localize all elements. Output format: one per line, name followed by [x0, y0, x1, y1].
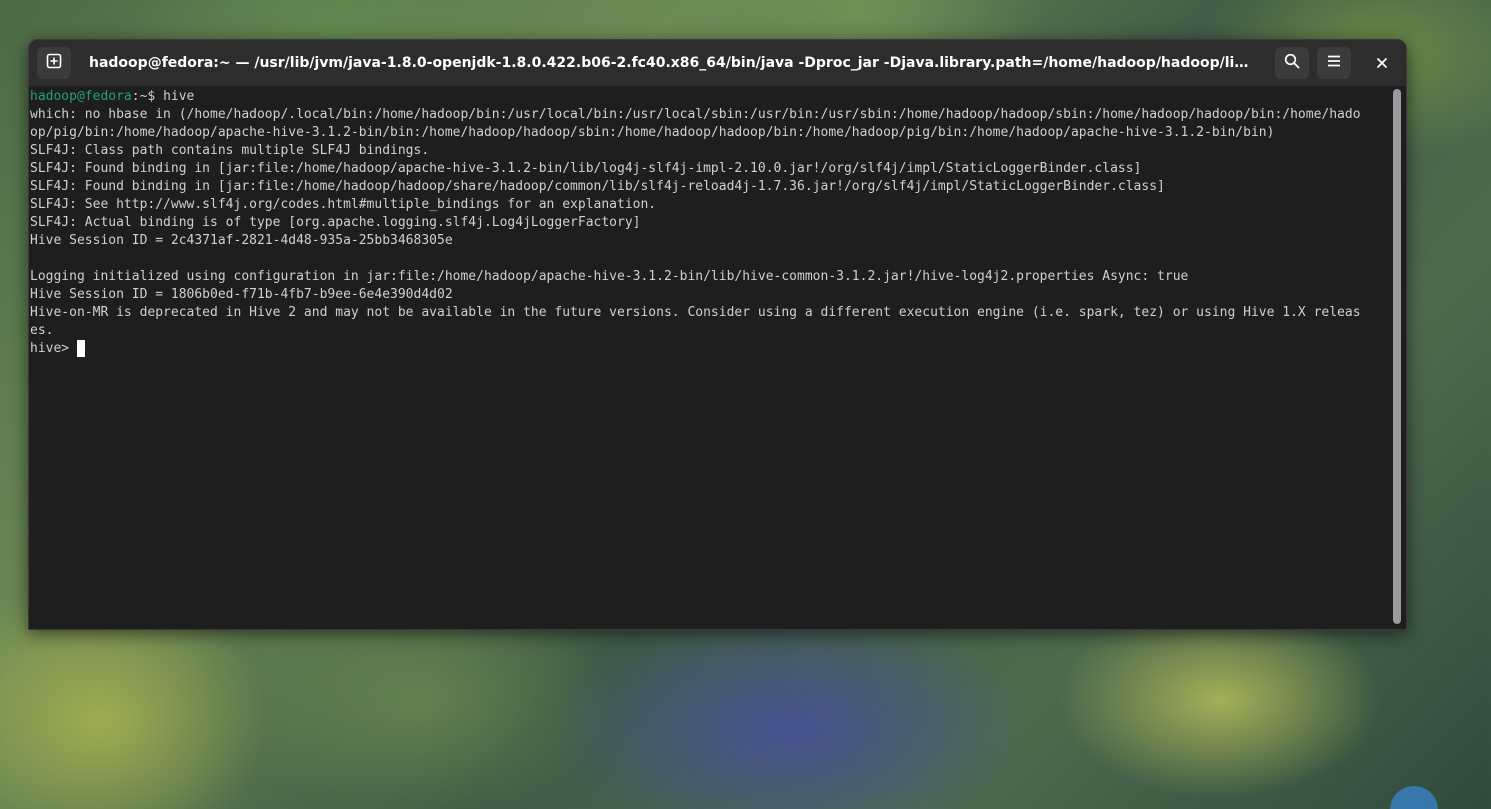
output-line: Hive Session ID = 2c4371af-2821-4d48-935… — [30, 233, 453, 248]
shell-prompt-line: hadoop@fedora:~$ hive — [30, 88, 1391, 106]
prompt-separator: :~$ — [131, 89, 164, 104]
prompt-user-host: hadoop@fedora — [30, 89, 132, 104]
output-line: SLF4J: See http://www.slf4j.org/codes.ht… — [30, 197, 657, 212]
output-line: SLF4J: Found binding in [jar:file:/home/… — [30, 161, 1142, 176]
prompt-command: hive — [163, 89, 195, 104]
close-button[interactable] — [1365, 47, 1399, 79]
hive-prompt-line[interactable]: hive> — [30, 340, 1391, 358]
text-cursor — [76, 340, 85, 357]
output-line: which: no hbase in (/home/hadoop/.local/… — [30, 107, 1361, 122]
search-icon — [1284, 53, 1300, 73]
hamburger-menu-icon — [1326, 53, 1342, 73]
output-line: SLF4J: Found binding in [jar:file:/home/… — [30, 179, 1165, 194]
search-button[interactable] — [1275, 47, 1309, 79]
output-line: SLF4J: Actual binding is of type [org.ap… — [30, 215, 641, 230]
terminal-window: hadoop@fedora:~ — /usr/lib/jvm/java-1.8.… — [28, 39, 1407, 630]
title-bar: hadoop@fedora:~ — /usr/lib/jvm/java-1.8.… — [29, 40, 1406, 86]
output-line: Logging initialized using configuration … — [30, 269, 1189, 284]
fedora-wallpaper-logo — [1390, 786, 1438, 809]
output-line: Hive-on-MR is deprecated in Hive 2 and m… — [30, 305, 1361, 320]
main-menu-button[interactable] — [1317, 47, 1351, 79]
close-icon — [1376, 54, 1388, 73]
output-line: es. — [30, 323, 54, 338]
output-line: Hive Session ID = 1806b0ed-f71b-4fb7-b9e… — [30, 287, 453, 302]
hive-prompt: hive> — [30, 341, 77, 356]
terminal-output[interactable]: hadoop@fedora:~$ hive which: no hbase in… — [29, 86, 1391, 629]
output-line: SLF4J: Class path contains multiple SLF4… — [30, 143, 430, 158]
new-tab-button[interactable] — [37, 47, 71, 79]
terminal-scrollbar[interactable] — [1393, 89, 1401, 624]
output-line: op/pig/bin:/home/hadoop/apache-hive-3.1.… — [30, 125, 1275, 140]
window-title: hadoop@fedora:~ — /usr/lib/jvm/java-1.8.… — [89, 55, 1257, 71]
new-tab-icon — [46, 53, 62, 73]
